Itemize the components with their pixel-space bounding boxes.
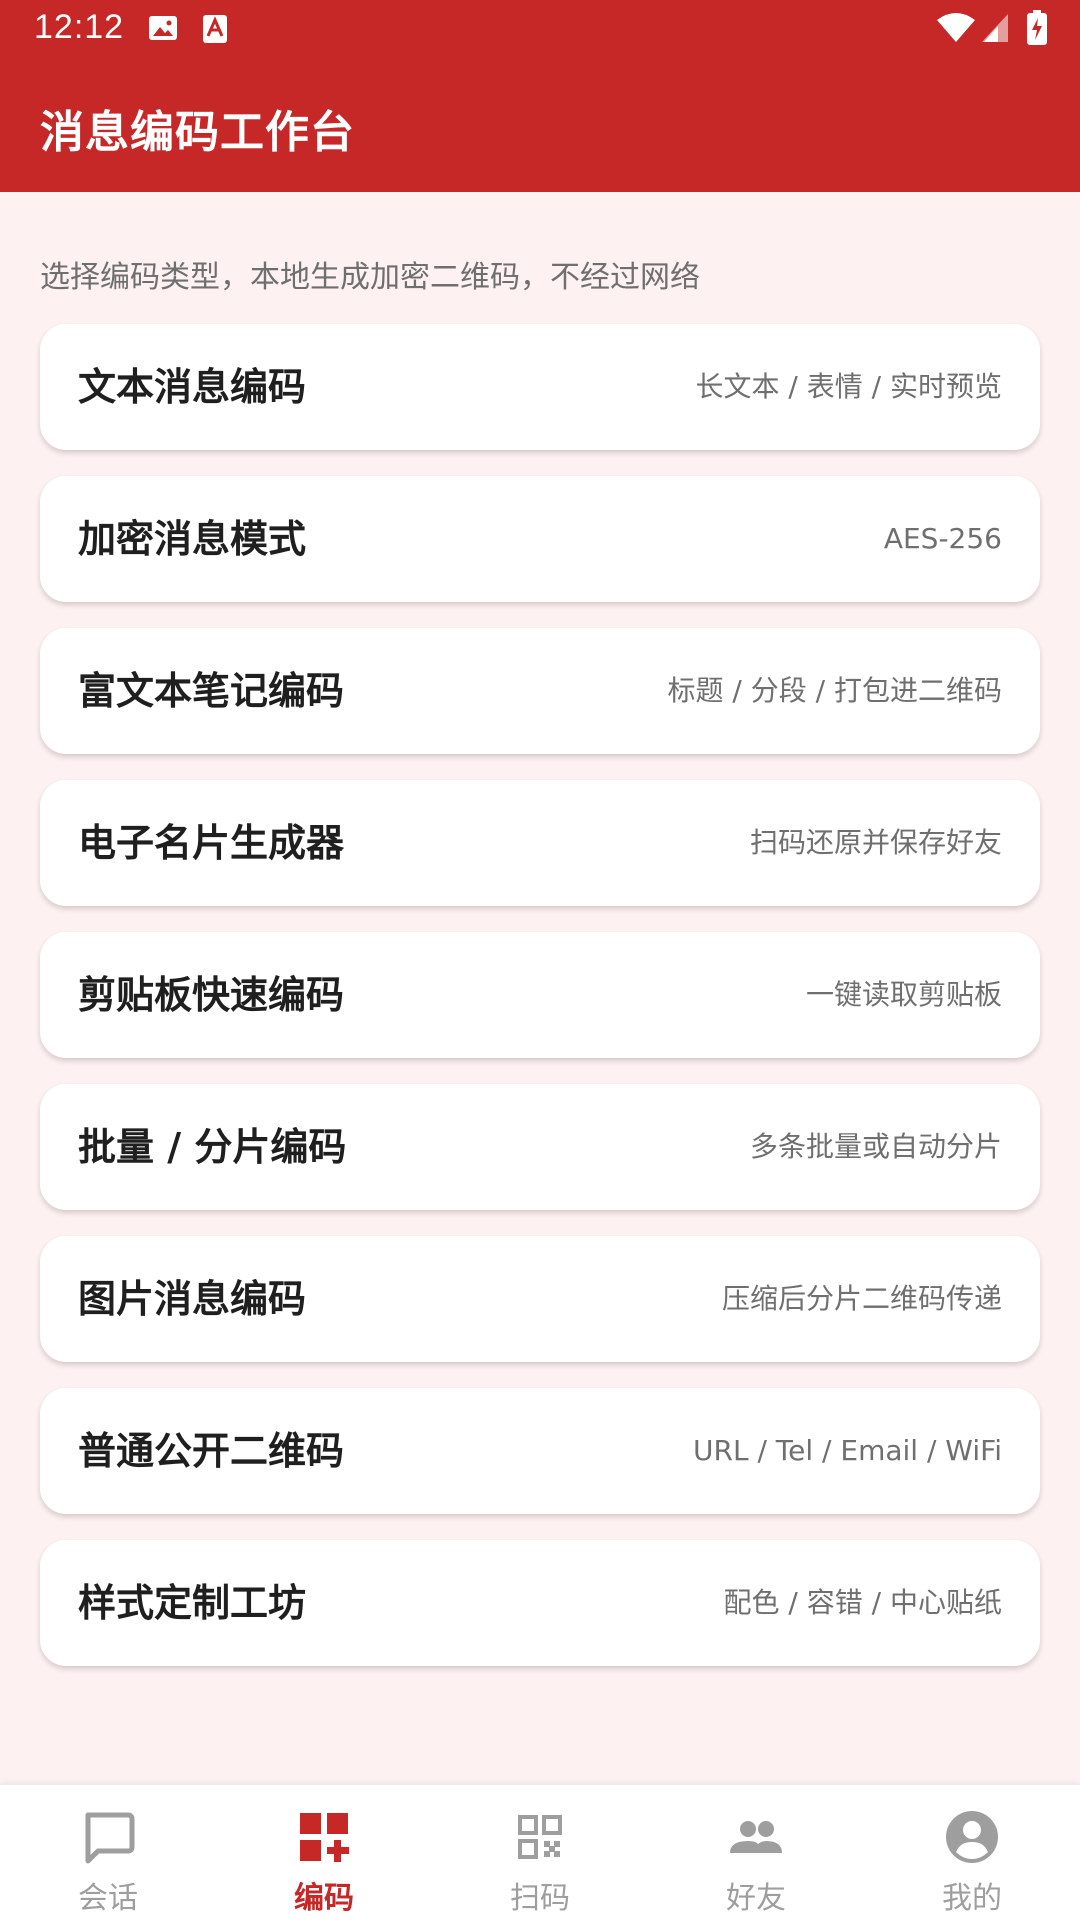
bottom-navigation: 会话 编码 扫码 好友 我的 [0, 1784, 1080, 1921]
app-notification-icon [202, 14, 228, 48]
card-title: 剪贴板快速编码 [78, 973, 345, 1017]
card-subtitle: 一键读取剪贴板 [805, 978, 1002, 1011]
gallery-notification-icon [148, 14, 178, 46]
qr-scan-icon [510, 1807, 570, 1867]
nav-label: 扫码 [510, 1881, 570, 1916]
card-image-message[interactable]: 图片消息编码 压缩后分片二维码传递 [40, 1236, 1040, 1362]
wifi-icon [936, 12, 976, 48]
card-business-card[interactable]: 电子名片生成器 扫码还原并保存好友 [40, 780, 1040, 906]
status-time: 12:12 [34, 8, 125, 46]
card-title: 普通公开二维码 [78, 1429, 345, 1473]
card-subtitle: 标题 / 分段 / 打包进二维码 [667, 674, 1002, 707]
nav-label: 我的 [942, 1881, 1002, 1916]
card-title: 加密消息模式 [78, 517, 307, 561]
card-title: 批量 / 分片编码 [78, 1125, 347, 1169]
card-subtitle: 压缩后分片二维码传递 [721, 1282, 1002, 1315]
nav-item-profile[interactable]: 我的 [864, 1785, 1080, 1921]
card-subtitle: 配色 / 容错 / 中心贴纸 [723, 1586, 1002, 1619]
encode-icon [294, 1807, 354, 1867]
profile-icon [942, 1807, 1002, 1867]
page-subtitle: 选择编码类型，本地生成加密二维码，不经过网络 [40, 260, 700, 295]
chat-icon [78, 1807, 138, 1867]
card-batch-split[interactable]: 批量 / 分片编码 多条批量或自动分片 [40, 1084, 1040, 1210]
card-title: 富文本笔记编码 [78, 669, 345, 713]
nav-item-scan[interactable]: 扫码 [432, 1785, 648, 1921]
nav-label: 会话 [78, 1881, 138, 1916]
card-subtitle: URL / Tel / Email / WiFi [693, 1434, 1002, 1467]
nav-label: 好友 [726, 1881, 786, 1916]
card-text-message[interactable]: 文本消息编码 长文本 / 表情 / 实时预览 [40, 324, 1040, 450]
encoding-type-list: 文本消息编码 长文本 / 表情 / 实时预览 加密消息模式 AES-256 富文… [40, 324, 1040, 1692]
card-title: 文本消息编码 [78, 365, 307, 409]
nav-item-chats[interactable]: 会话 [0, 1785, 216, 1921]
card-title: 电子名片生成器 [78, 821, 345, 865]
card-title: 图片消息编码 [78, 1277, 307, 1321]
friends-icon [726, 1807, 786, 1867]
app-bar: 消息编码工作台 [0, 60, 1080, 192]
card-clipboard[interactable]: 剪贴板快速编码 一键读取剪贴板 [40, 932, 1040, 1058]
page-title: 消息编码工作台 [40, 107, 355, 158]
signal-icon [980, 12, 1010, 48]
card-rich-text-note[interactable]: 富文本笔记编码 标题 / 分段 / 打包进二维码 [40, 628, 1040, 754]
nav-item-friends[interactable]: 好友 [648, 1785, 864, 1921]
status-bar: 12:12 [0, 0, 1080, 60]
card-subtitle: 扫码还原并保存好友 [749, 826, 1002, 859]
card-subtitle: 长文本 / 表情 / 实时预览 [695, 370, 1002, 403]
card-style-workshop[interactable]: 样式定制工坊 配色 / 容错 / 中心贴纸 [40, 1540, 1040, 1666]
battery-charging-icon [1026, 10, 1048, 50]
card-subtitle: AES-256 [883, 522, 1002, 555]
card-public-qr[interactable]: 普通公开二维码 URL / Tel / Email / WiFi [40, 1388, 1040, 1514]
nav-label: 编码 [294, 1881, 354, 1916]
nav-item-encode[interactable]: 编码 [216, 1785, 432, 1921]
card-encrypted-message[interactable]: 加密消息模式 AES-256 [40, 476, 1040, 602]
card-title: 样式定制工坊 [78, 1581, 307, 1625]
card-subtitle: 多条批量或自动分片 [749, 1130, 1002, 1163]
